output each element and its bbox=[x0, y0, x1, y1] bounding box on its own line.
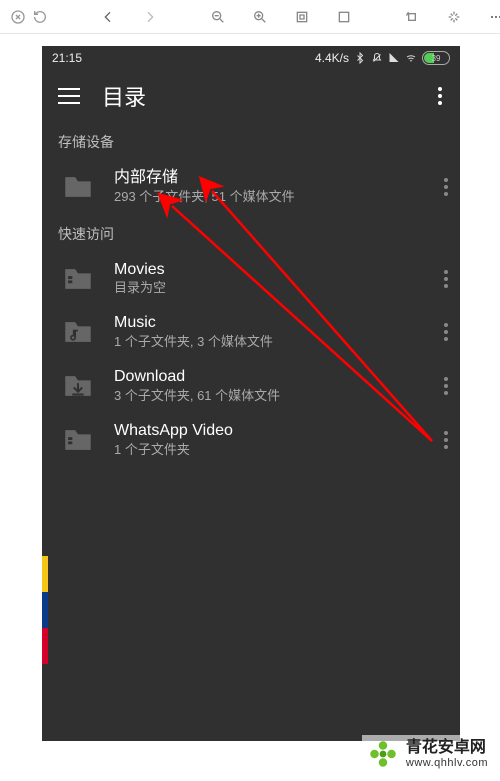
quick-item-movies[interactable]: Movies 目录为空 bbox=[42, 252, 460, 306]
net-speed: 4.4K/s bbox=[315, 51, 349, 65]
music-folder-icon bbox=[58, 314, 98, 350]
item-subtitle: 293 个子文件夹, 51 个媒体文件 bbox=[114, 189, 422, 206]
storage-item-internal[interactable]: 内部存储 293 个子文件夹, 51 个媒体文件 bbox=[42, 160, 460, 214]
folder-icon bbox=[58, 169, 98, 205]
item-subtitle: 目录为空 bbox=[114, 280, 422, 297]
sparkle-icon[interactable] bbox=[446, 9, 462, 25]
phone-screenshot: 21:15 4.4K/s 39 目录 存储设备 bbox=[42, 46, 460, 741]
hamburger-menu-icon[interactable] bbox=[58, 88, 80, 104]
section-header-quick: 快速访问 bbox=[42, 214, 460, 252]
item-menu-icon[interactable] bbox=[438, 168, 450, 206]
side-stripe bbox=[42, 628, 48, 664]
signal-icon bbox=[388, 52, 400, 64]
side-stripe bbox=[42, 556, 48, 592]
actual-size-icon[interactable] bbox=[336, 9, 352, 25]
more-icon[interactable] bbox=[488, 9, 500, 25]
refresh-icon[interactable] bbox=[32, 9, 48, 25]
item-menu-icon[interactable] bbox=[438, 313, 450, 351]
app-bar: 目录 bbox=[42, 70, 460, 122]
app-title: 目录 bbox=[102, 80, 146, 112]
item-title: Download bbox=[114, 367, 422, 388]
section-header-storage: 存储设备 bbox=[42, 122, 460, 160]
zoom-out-icon[interactable] bbox=[210, 9, 226, 25]
watermark-title: 青花安卓网 bbox=[406, 739, 488, 757]
item-title: Movies bbox=[114, 260, 422, 281]
quick-item-whatsapp-video[interactable]: WhatsApp Video 1 个子文件夹 bbox=[42, 413, 460, 467]
download-folder-icon bbox=[58, 368, 98, 404]
back-arrow-icon[interactable] bbox=[100, 9, 116, 25]
status-right-cluster: 4.4K/s 39 bbox=[315, 51, 450, 65]
android-status-bar: 21:15 4.4K/s 39 bbox=[42, 46, 460, 70]
viewer-toolbar bbox=[0, 0, 500, 34]
quick-item-music[interactable]: Music 1 个子文件夹, 3 个媒体文件 bbox=[42, 305, 460, 359]
item-subtitle: 3 个子文件夹, 61 个媒体文件 bbox=[114, 388, 422, 405]
item-subtitle: 1 个子文件夹 bbox=[114, 442, 422, 459]
item-menu-icon[interactable] bbox=[438, 367, 450, 405]
video-folder-icon bbox=[58, 261, 98, 297]
item-subtitle: 1 个子文件夹, 3 个媒体文件 bbox=[114, 334, 422, 351]
watermark-logo-icon bbox=[366, 737, 400, 771]
status-time: 21:15 bbox=[52, 51, 82, 65]
watermark: 青花安卓网 www.qhhlv.com bbox=[362, 735, 492, 773]
item-title: WhatsApp Video bbox=[114, 421, 422, 442]
quick-item-download[interactable]: Download 3 个子文件夹, 61 个媒体文件 bbox=[42, 359, 460, 413]
item-menu-icon[interactable] bbox=[438, 421, 450, 459]
fit-window-icon[interactable] bbox=[294, 9, 310, 25]
battery-indicator: 39 bbox=[422, 51, 450, 65]
vibrate-icon bbox=[371, 52, 383, 64]
forward-arrow-icon[interactable] bbox=[142, 9, 158, 25]
wifi-icon bbox=[405, 52, 417, 64]
video-folder-icon bbox=[58, 422, 98, 458]
side-stripe bbox=[42, 592, 48, 628]
rotate-icon[interactable] bbox=[404, 9, 420, 25]
item-title: 内部存储 bbox=[114, 168, 422, 189]
app-overflow-menu-icon[interactable] bbox=[432, 81, 444, 111]
watermark-url: www.qhhlv.com bbox=[406, 757, 488, 769]
close-icon[interactable] bbox=[10, 9, 26, 25]
item-title: Music bbox=[114, 313, 422, 334]
item-menu-icon[interactable] bbox=[438, 260, 450, 298]
zoom-in-icon[interactable] bbox=[252, 9, 268, 25]
bluetooth-icon bbox=[354, 52, 366, 64]
